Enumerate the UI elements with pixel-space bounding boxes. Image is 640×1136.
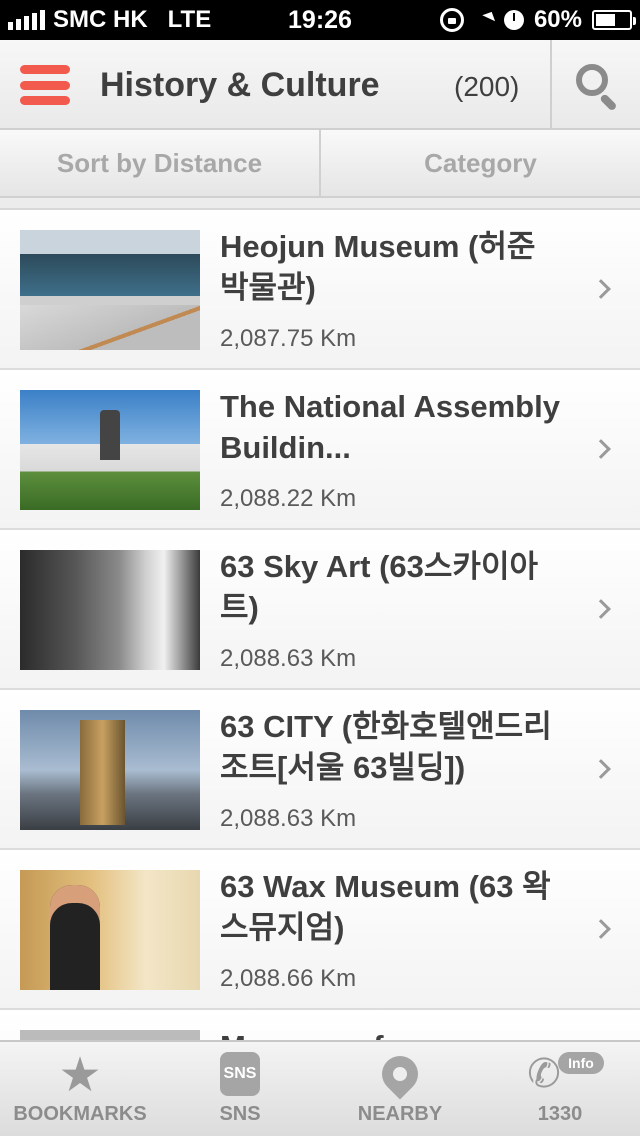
tab-label: NEARBY [357, 1103, 443, 1125]
alarm-clock-icon [503, 10, 524, 30]
list-item[interactable]: 63 Sky Art (63스카이아트) 2,088.63 Km [0, 530, 640, 690]
item-title: 63 Sky Art (63스카이아트) [220, 549, 538, 625]
tab-label: SNS [219, 1103, 261, 1125]
star-icon: ★ [58, 1049, 102, 1102]
item-title: 63 Wax Museum (63 왁스뮤지엄) [220, 869, 551, 945]
item-distance: 2,088.66 Km [220, 965, 357, 992]
sns-icon: SNS [220, 1052, 260, 1096]
thumbnail-image [20, 710, 200, 830]
info-badge: Info [558, 1052, 604, 1074]
sort-bar: Sort by Distance Category [0, 130, 640, 198]
chevron-right-icon [591, 279, 611, 299]
tab-label: BOOKMARKS [13, 1103, 147, 1125]
thumbnail-image [20, 1030, 200, 1040]
list-item[interactable]: 63 Wax Museum (63 왁스뮤지엄) 2,088.66 Km [0, 850, 640, 1010]
status-right: 60% [439, 6, 636, 34]
list-item[interactable]: Museum of [0, 1010, 640, 1040]
search-icon-handle [599, 93, 618, 112]
rotation-lock-icon [439, 8, 464, 32]
tab-label: 1330 [537, 1103, 583, 1125]
tab-sns[interactable]: SNS SNS [160, 1042, 320, 1136]
battery-icon [592, 10, 636, 30]
hamburger-menu-icon[interactable] [20, 65, 70, 105]
item-distance: 2,088.63 Km [220, 805, 357, 832]
chevron-right-icon [591, 919, 611, 939]
search-button[interactable] [552, 40, 640, 128]
tab-nearby[interactable]: NEARBY [320, 1042, 480, 1136]
list-item[interactable]: The National Assembly Buildin... 2,088.2… [0, 370, 640, 530]
thumbnail-image [20, 550, 200, 670]
item-title: Museum of [220, 1026, 560, 1040]
sort-by-distance-button[interactable]: Sort by Distance [0, 130, 319, 196]
attraction-list: Heojun Museum (허준박물관) 2,087.75 Km The Na… [0, 208, 640, 1040]
item-title: The National Assembly Buildin... [220, 389, 560, 465]
status-bar: SMC HK LTE 19:26 60% [0, 0, 640, 40]
chevron-right-icon [591, 439, 611, 459]
page-title: History & Culture [100, 66, 380, 104]
thumbnail-image [20, 390, 200, 510]
battery-percent: 60% [533, 6, 582, 33]
location-pin-icon [374, 1048, 426, 1100]
result-count: (200) [454, 71, 520, 102]
list-item[interactable]: 63 CITY (한화호텔앤드리조트[서울 63빌딩]) 2,088.63 Km [0, 690, 640, 850]
chevron-right-icon [591, 599, 611, 619]
search-icon [576, 64, 608, 96]
item-distance: 2,088.22 Km [220, 485, 357, 512]
thumbnail-image [20, 870, 200, 990]
phone-icon: ✆ [527, 1052, 561, 1096]
item-title: Heojun Museum (허준박물관) [220, 229, 536, 305]
tab-bar: ★ BOOKMARKS SNS SNS NEARBY ✆ 1330 [0, 1040, 640, 1136]
location-arrow-icon [472, 11, 496, 29]
tab-bookmarks[interactable]: ★ BOOKMARKS [0, 1042, 160, 1136]
item-distance: 2,087.75 Km [220, 325, 357, 352]
list-item[interactable]: Heojun Museum (허준박물관) 2,087.75 Km [0, 210, 640, 370]
chevron-right-icon [591, 759, 611, 779]
navigation-bar: History & Culture (200) [0, 40, 640, 130]
thumbnail-image [20, 230, 200, 350]
item-title: 63 CITY (한화호텔앤드리조트[서울 63빌딩]) [220, 709, 552, 785]
item-distance: 2,088.63 Km [220, 645, 357, 672]
category-button[interactable]: Category [319, 130, 640, 196]
